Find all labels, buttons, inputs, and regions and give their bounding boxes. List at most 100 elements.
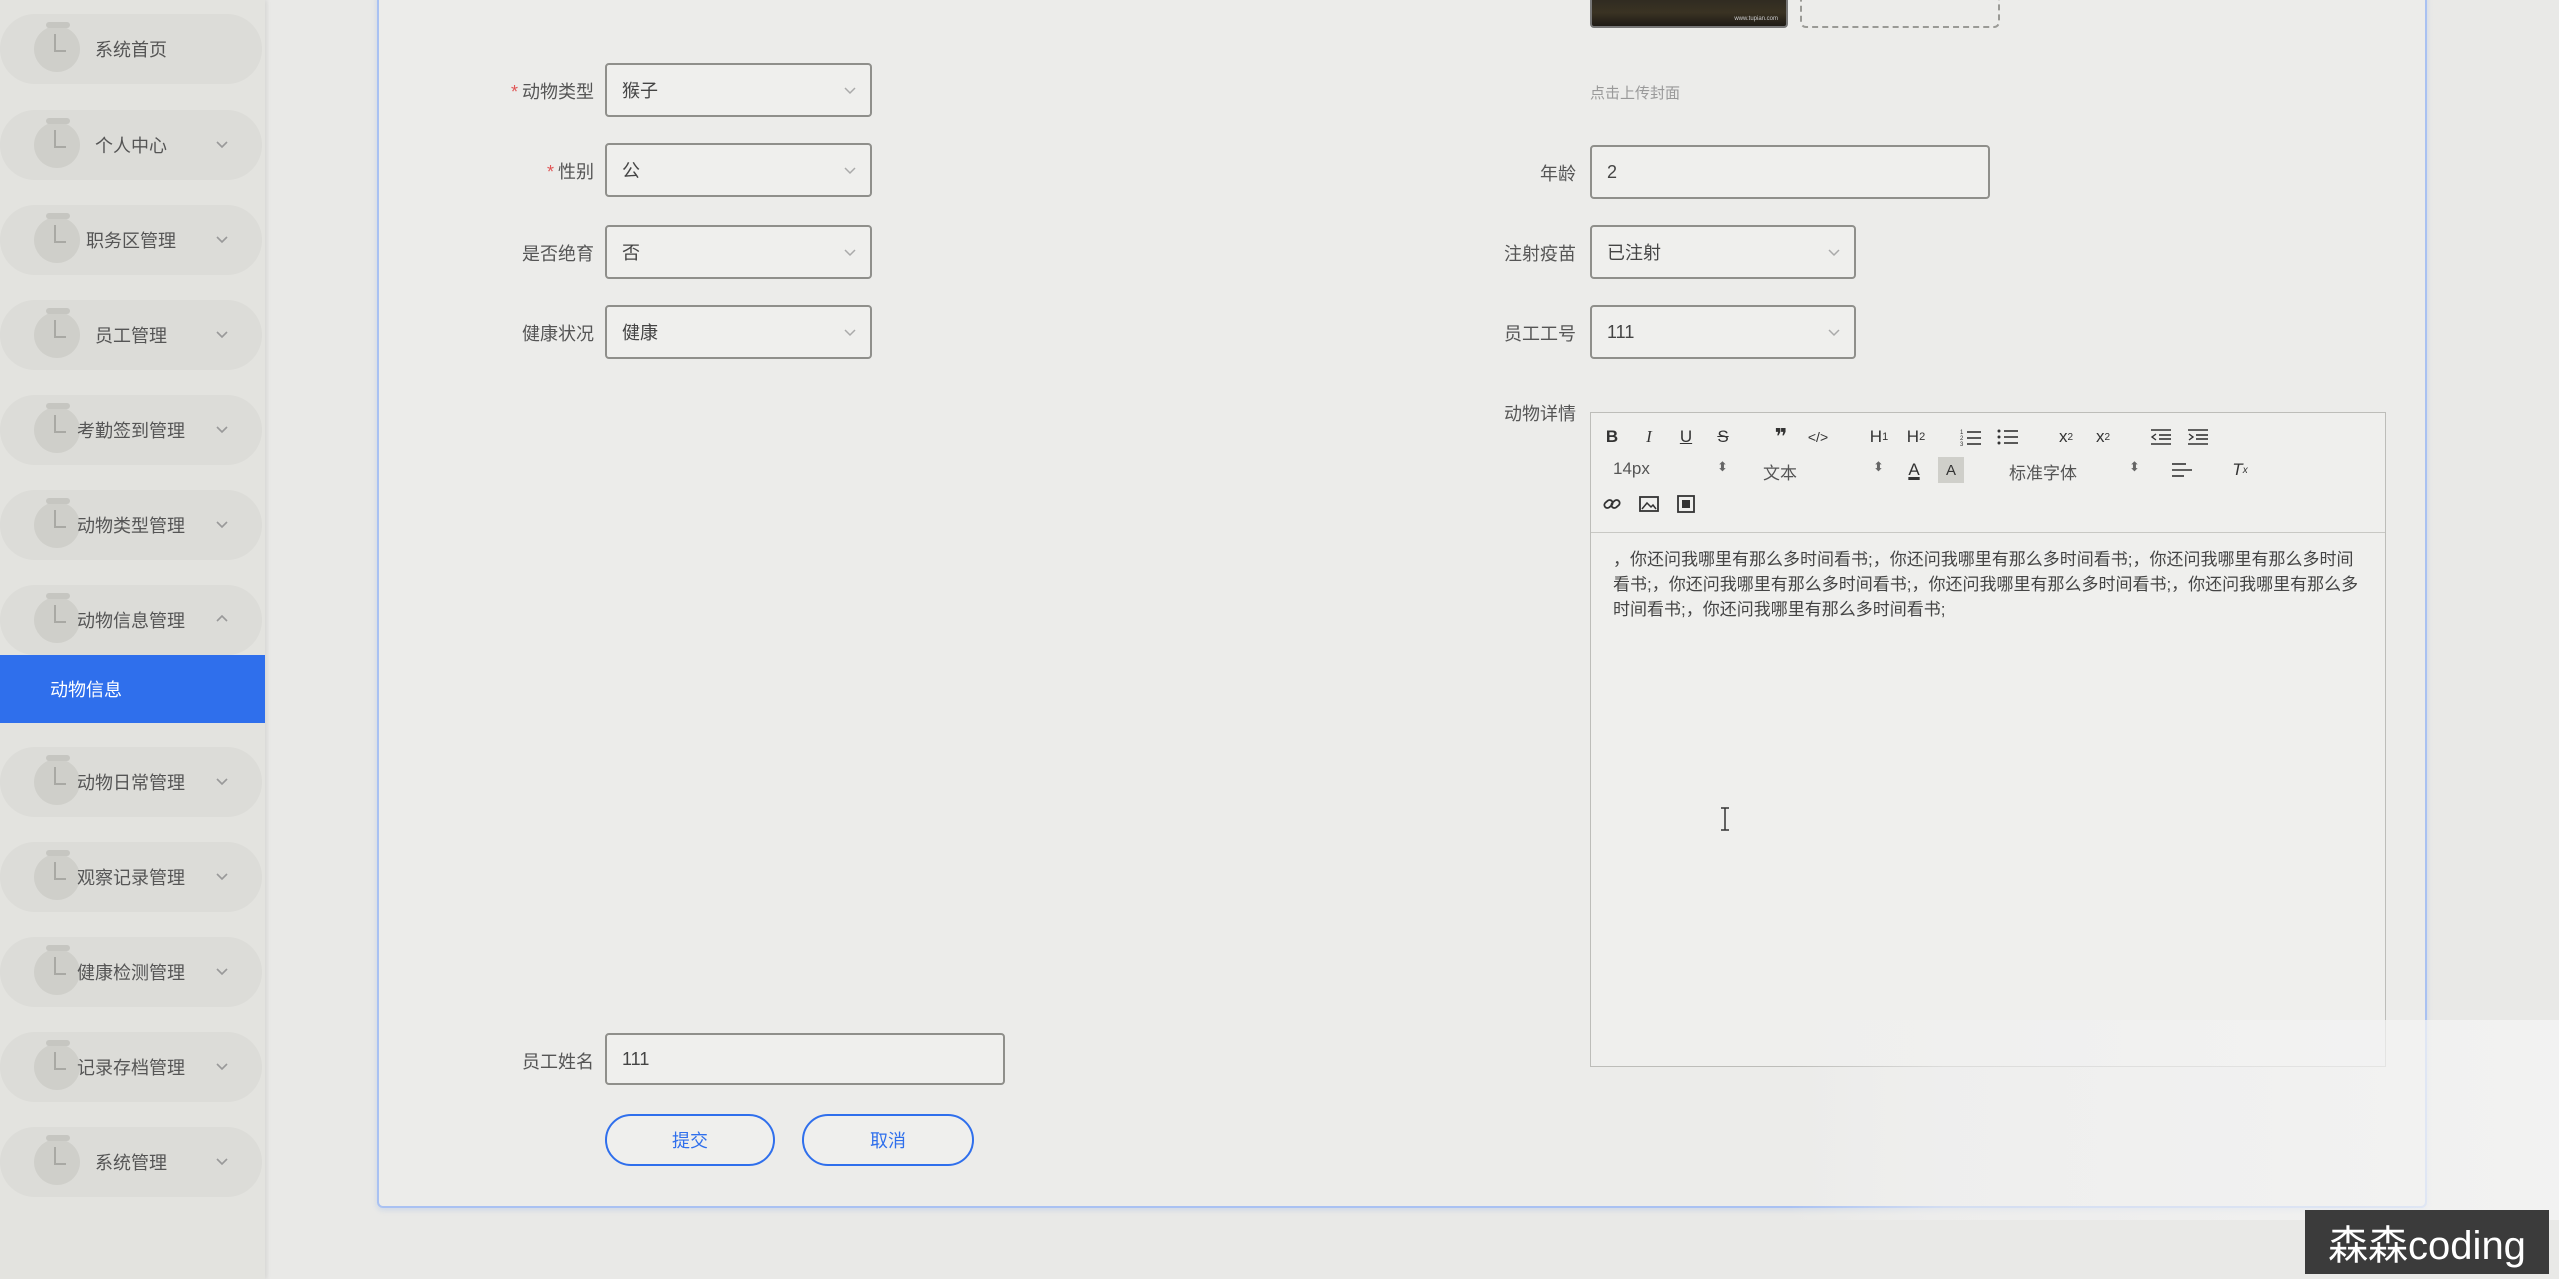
animal-type-label-text: 动物类型 xyxy=(522,82,594,102)
sidebar-item-observation-record-management[interactable]: 观察记录管理 xyxy=(0,842,262,912)
employee-id-select[interactable]: 111 xyxy=(1590,305,1856,359)
font-size-select[interactable]: 14px ⬍ xyxy=(1613,459,1743,483)
sidebar-item-label: 个人中心 xyxy=(95,136,167,156)
sidebar-item-personal-center[interactable]: 个人中心 xyxy=(0,110,262,180)
cover-thumbnail-caption: www.tupian.com xyxy=(1734,16,1778,22)
up-down-icon: ⬍ xyxy=(1717,459,1728,474)
sidebar-item-record-archive-management[interactable]: 记录存档管理 xyxy=(0,1032,262,1102)
indent-icon[interactable] xyxy=(2185,424,2211,450)
chevron-down-icon xyxy=(216,1158,228,1166)
health-value: 健康 xyxy=(622,323,658,343)
menu-icon xyxy=(34,498,80,548)
heading-1-icon[interactable]: H1 xyxy=(1863,424,1895,450)
employee-name-input[interactable]: 111 xyxy=(605,1033,1005,1085)
cancel-button[interactable]: 取消 xyxy=(802,1114,974,1166)
editor-content[interactable]: ，你还问我哪里有那么多时间看书;，你还问我哪里有那么多时间看书;，你还问我哪里有… xyxy=(1591,533,2385,636)
menu-icon xyxy=(34,403,80,453)
sidebar-item-home[interactable]: 系统首页 xyxy=(0,14,262,84)
vaccinated-value: 已注射 xyxy=(1607,243,1661,263)
required-mark: * xyxy=(546,162,554,182)
align-left-icon[interactable] xyxy=(2169,457,2195,483)
chevron-down-icon xyxy=(844,249,856,257)
sidebar-subitem-animal-info[interactable]: 动物信息 xyxy=(0,655,265,723)
font-size-value: 14px xyxy=(1613,459,1650,478)
strikethrough-icon[interactable]: S xyxy=(1710,424,1736,450)
sidebar-subitem-label: 动物信息 xyxy=(50,680,122,700)
text-type-value: 文本 xyxy=(1763,464,1797,483)
font-family-value: 标准字体 xyxy=(2009,464,2077,483)
health-select[interactable]: 健康 xyxy=(605,305,872,359)
blockquote-icon[interactable]: ❞ xyxy=(1768,424,1794,450)
cover-upload-box[interactable] xyxy=(1800,0,2000,28)
submit-button[interactable]: 提交 xyxy=(605,1114,775,1166)
sidebar-item-animal-type-management[interactable]: 动物类型管理 xyxy=(0,490,262,560)
menu-icon xyxy=(34,1040,80,1090)
age-value: 2 xyxy=(1607,161,1618,182)
cover-image-thumbnail[interactable]: www.tupian.com xyxy=(1590,0,1788,28)
image-icon[interactable] xyxy=(1636,491,1662,517)
animal-details-editor: B I U S ❞ </> H1 H2 123 x2 x2 14px ⬍ 文本 … xyxy=(1590,412,2386,1067)
chevron-down-icon xyxy=(216,236,228,244)
required-mark: * xyxy=(510,82,518,102)
cover-upload-hint: 点击上传封面 xyxy=(1590,85,1681,102)
bold-icon[interactable]: B xyxy=(1599,424,1625,450)
sidebar: 系统首页 个人中心 职务区管理 员工管理 考勤签到管理 动物类型管理 动物信息管… xyxy=(0,0,265,1279)
link-icon[interactable] xyxy=(1599,491,1625,517)
vaccinated-select[interactable]: 已注射 xyxy=(1590,225,1856,279)
sidebar-item-employee-management[interactable]: 员工管理 xyxy=(0,300,262,370)
text-cursor-icon xyxy=(1721,807,1729,831)
animal-type-label: * 动物类型 xyxy=(490,78,594,104)
chevron-down-icon xyxy=(216,141,228,149)
sidebar-item-label: 健康检测管理 xyxy=(77,963,185,983)
sidebar-item-animal-daily-management[interactable]: 动物日常管理 xyxy=(0,747,262,817)
subscript-icon[interactable]: x2 xyxy=(2053,424,2079,450)
code-icon[interactable]: </> xyxy=(1805,424,1831,450)
sidebar-item-label: 动物日常管理 xyxy=(77,773,185,793)
menu-icon xyxy=(34,850,80,900)
sterilized-label: 是否绝育 xyxy=(522,244,594,264)
up-down-icon: ⬍ xyxy=(2129,459,2140,474)
sidebar-item-label: 动物信息管理 xyxy=(77,611,185,631)
sterilized-value: 否 xyxy=(622,243,640,263)
chevron-down-icon xyxy=(216,968,228,976)
chevron-down-icon xyxy=(844,87,856,95)
menu-icon xyxy=(34,308,80,358)
health-label: 健康状况 xyxy=(522,324,594,344)
gender-select[interactable]: 公 xyxy=(605,143,872,197)
menu-icon xyxy=(34,118,80,168)
menu-icon xyxy=(34,22,80,72)
sidebar-item-health-check-management[interactable]: 健康检测管理 xyxy=(0,937,262,1007)
sidebar-item-system-management[interactable]: 系统管理 xyxy=(0,1127,262,1197)
outdent-icon[interactable] xyxy=(2148,424,2174,450)
sidebar-item-attendance-management[interactable]: 考勤签到管理 xyxy=(0,395,262,465)
sidebar-item-position-management[interactable]: 职务区管理 xyxy=(0,205,262,275)
background-color-icon[interactable]: A xyxy=(1938,457,1964,483)
sidebar-item-label: 动物类型管理 xyxy=(77,516,185,536)
svg-text:3: 3 xyxy=(1960,442,1964,446)
menu-icon xyxy=(34,593,80,643)
video-icon[interactable] xyxy=(1673,491,1699,517)
age-input[interactable]: 2 xyxy=(1590,145,1990,199)
superscript-icon[interactable]: x2 xyxy=(2090,424,2116,450)
chevron-down-icon xyxy=(216,331,228,339)
sterilized-select[interactable]: 否 xyxy=(605,225,872,279)
employee-name-value: 111 xyxy=(622,1048,650,1069)
heading-2-icon[interactable]: H2 xyxy=(1900,424,1932,450)
chevron-down-icon xyxy=(216,778,228,786)
menu-icon xyxy=(34,1135,80,1185)
underline-icon[interactable]: U xyxy=(1673,424,1699,450)
sidebar-item-animal-info-management[interactable]: 动物信息管理 xyxy=(0,585,262,655)
clear-format-icon[interactable]: Tx xyxy=(2227,457,2253,483)
sidebar-item-label: 职务区管理 xyxy=(86,231,176,251)
animal-type-select[interactable]: 猴子 xyxy=(605,63,872,117)
font-family-select[interactable]: 标准字体 ⬍ xyxy=(2009,459,2149,483)
text-type-select[interactable]: 文本 ⬍ xyxy=(1763,459,1884,483)
editor-toolbar: B I U S ❞ </> H1 H2 123 x2 x2 14px ⬍ 文本 … xyxy=(1591,413,2385,533)
italic-icon[interactable]: I xyxy=(1636,424,1662,450)
chevron-down-icon xyxy=(216,426,228,434)
menu-icon xyxy=(34,945,80,995)
sidebar-item-label: 系统首页 xyxy=(95,40,167,60)
font-color-icon[interactable]: A xyxy=(1901,457,1927,483)
ordered-list-icon[interactable]: 123 xyxy=(1958,424,1984,450)
bullet-list-icon[interactable] xyxy=(1995,424,2021,450)
